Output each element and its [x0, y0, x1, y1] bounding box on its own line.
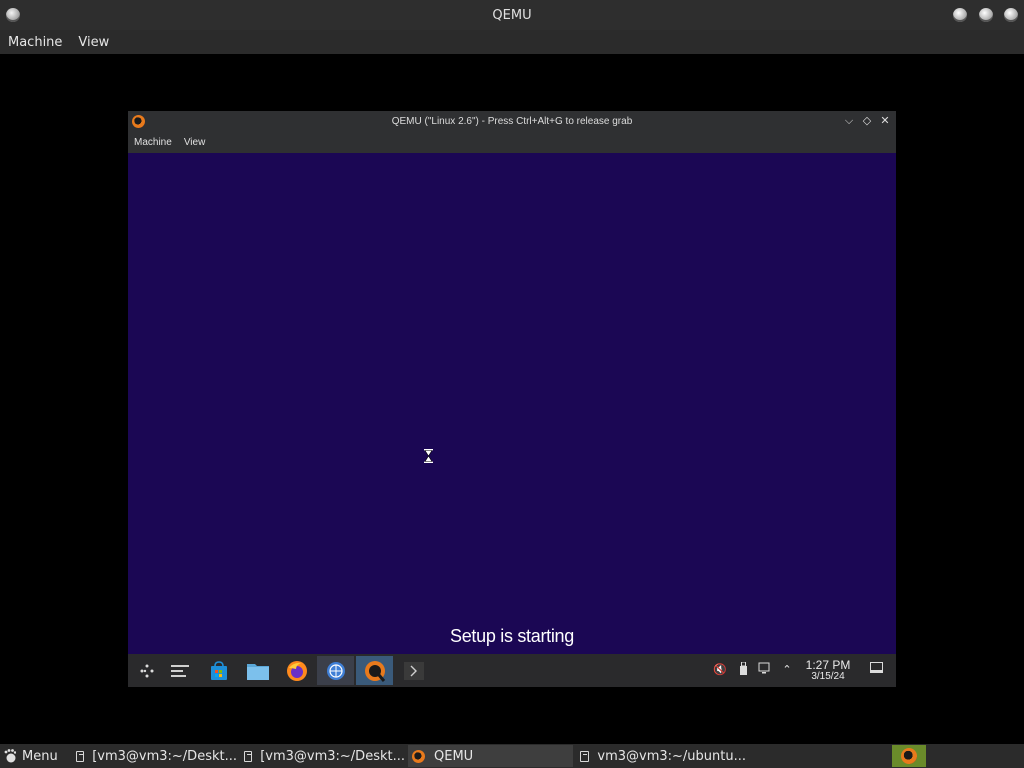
- host-task-label: vm3@vm3:~/ubuntu...: [597, 748, 746, 764]
- menu-view[interactable]: View: [70, 35, 117, 50]
- qemu-icon: [901, 748, 917, 764]
- maximize-button[interactable]: [979, 8, 993, 22]
- host-task-label: QEMU: [434, 748, 474, 764]
- close-button[interactable]: [1004, 8, 1018, 22]
- qemu-icon: [412, 749, 425, 763]
- network-icon[interactable]: [758, 662, 772, 678]
- host-menu-button[interactable]: Menu: [4, 744, 58, 768]
- guest-maximize-button[interactable]: ◇: [860, 114, 874, 128]
- host-menu-label: Menu: [22, 748, 58, 764]
- guest-menubar: Machine View: [128, 132, 896, 153]
- host-tray-qemu[interactable]: [892, 745, 926, 767]
- usb-drive-icon[interactable]: [736, 661, 750, 678]
- host-task-qemu[interactable]: QEMU: [408, 745, 573, 767]
- speaker-muted-icon[interactable]: 🔇: [713, 662, 727, 678]
- outer-menubar: Machine View: [0, 30, 1024, 54]
- minimize-button[interactable]: [953, 8, 967, 22]
- guest-close-button[interactable]: ✕: [878, 114, 892, 128]
- app-menu-icon[interactable]: [6, 8, 20, 22]
- terminal-icon: [76, 750, 85, 762]
- window-switcher-icon[interactable]: [161, 656, 198, 685]
- store-bag-icon[interactable]: [200, 656, 237, 685]
- globe-browser-icon[interactable]: [317, 656, 354, 685]
- host-task-label: [vm3@vm3:~/Deskt...: [260, 748, 405, 764]
- host-task-terminal-3[interactable]: vm3@vm3:~/ubuntu...: [576, 745, 746, 767]
- menu-machine[interactable]: Machine: [0, 35, 70, 50]
- setup-status-text: Setup is starting: [450, 626, 574, 646]
- qemu-taskbar-icon[interactable]: [356, 656, 393, 685]
- guest-window-titlebar: QEMU ("Linux 2.6") - Press Ctrl+Alt+G to…: [128, 111, 896, 132]
- guest-menu-view[interactable]: View: [178, 137, 212, 148]
- guest-qemu-window: QEMU ("Linux 2.6") - Press Ctrl+Alt+G to…: [128, 111, 896, 687]
- qemu-icon[interactable]: [132, 115, 145, 128]
- host-task-terminal-2[interactable]: [vm3@vm3:~/Deskt...: [240, 745, 405, 767]
- guest-minimize-button[interactable]: ⌵: [842, 114, 856, 128]
- guest-clock[interactable]: 1:27 PM 3/15/24: [798, 658, 858, 682]
- gnome-foot-icon: [4, 749, 16, 763]
- host-task-terminal-1[interactable]: [vm3@vm3:~/Deskt...: [72, 745, 237, 767]
- file-manager-icon[interactable]: [239, 656, 276, 685]
- host-task-label: [vm3@vm3:~/Deskt...: [92, 748, 237, 764]
- terminal-icon: [580, 750, 590, 762]
- guest-display[interactable]: Setup is starting: [128, 153, 896, 654]
- outer-titlebar: QEMU: [0, 0, 1024, 30]
- guest-menu-machine[interactable]: Machine: [128, 137, 178, 148]
- clock-time: 1:27 PM: [805, 658, 851, 672]
- chevron-up-icon[interactable]: ⌃: [780, 662, 794, 678]
- terminal-icon: [244, 750, 253, 762]
- clock-date: 3/15/24: [811, 671, 845, 682]
- window-title: QEMU: [492, 7, 532, 23]
- notification-icon[interactable]: [869, 662, 883, 678]
- start-menu-icon[interactable]: [128, 656, 165, 685]
- terminal-chevron-icon[interactable]: [395, 656, 432, 685]
- hourglass-icon: [424, 449, 433, 463]
- guest-taskbar: 🔇 ⌃ 1:27 PM 3/15/24: [128, 654, 896, 687]
- host-panel: Menu [vm3@vm3:~/Deskt... [vm3@vm3:~/Desk…: [0, 744, 1024, 768]
- guest-window-title: QEMU ("Linux 2.6") - Press Ctrl+Alt+G to…: [391, 116, 633, 127]
- firefox-icon[interactable]: [278, 656, 315, 685]
